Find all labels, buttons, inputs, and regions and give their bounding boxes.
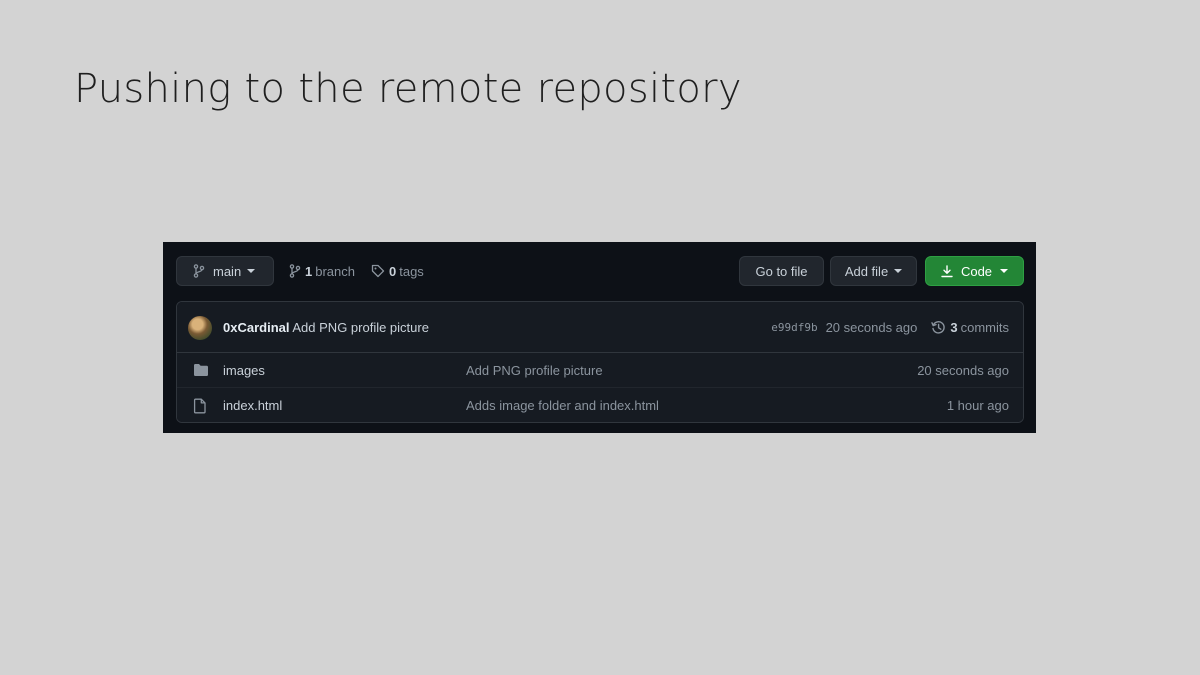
latest-commit-summary: 0xCardinal Add PNG profile picture [223, 320, 429, 335]
commit-details: e99df9b 20 seconds ago 3 commits [771, 302, 1009, 353]
file-icon [193, 398, 206, 414]
avatar[interactable] [188, 316, 212, 340]
branch-selector-label: main [213, 263, 242, 279]
add-file-label: Add file [844, 263, 889, 279]
file-commit-message[interactable]: Add PNG profile picture [466, 363, 603, 378]
history-icon [931, 321, 946, 334]
file-age: 20 seconds ago [917, 363, 1009, 378]
file-list: 0xCardinal Add PNG profile picture e99df… [176, 301, 1024, 423]
branch-selector-button[interactable]: main [176, 256, 274, 286]
folder-icon [194, 364, 208, 376]
repo-file-browser: main 1 branch 0 tags Go to file Add file… [163, 242, 1036, 433]
table-row[interactable]: index.html Adds image folder and index.h… [177, 388, 1023, 422]
go-to-file-button[interactable]: Go to file [739, 256, 824, 286]
code-button[interactable]: Code [925, 256, 1024, 286]
commits-link[interactable]: 3 commits [931, 320, 1009, 335]
commit-message[interactable]: Add PNG profile picture [292, 320, 429, 335]
tag-count-label: tags [399, 263, 424, 279]
git-branch-icon [289, 264, 301, 278]
branch-count: 1 [305, 263, 313, 279]
file-commit-message[interactable]: Adds image folder and index.html [466, 398, 659, 413]
file-age: 1 hour ago [946, 398, 1009, 413]
table-row[interactable]: images Add PNG profile picture 20 second… [177, 353, 1023, 388]
caret-down-icon [894, 269, 903, 273]
tags-link[interactable]: 0 tags [371, 256, 424, 286]
download-icon [941, 264, 953, 277]
tag-icon [371, 264, 385, 278]
slide-title: Pushing to the remote repository [74, 66, 742, 112]
caret-down-icon [1000, 269, 1009, 273]
code-button-label: Code [960, 263, 993, 279]
file-name[interactable]: index.html [223, 398, 282, 413]
commit-count: 3 [950, 320, 958, 335]
branches-link[interactable]: 1 branch [289, 256, 355, 286]
caret-down-icon [247, 269, 256, 273]
git-branch-icon [193, 264, 205, 278]
latest-commit-bar: 0xCardinal Add PNG profile picture e99df… [177, 302, 1023, 353]
add-file-button[interactable]: Add file [830, 256, 917, 286]
commit-author[interactable]: 0xCardinal [223, 320, 289, 335]
commit-sha[interactable]: e99df9b [771, 321, 817, 334]
tag-count: 0 [389, 263, 397, 279]
branch-count-label: branch [315, 263, 355, 279]
commit-age: 20 seconds ago [825, 320, 918, 335]
file-name[interactable]: images [223, 363, 265, 378]
commit-count-label: commits [960, 320, 1009, 335]
